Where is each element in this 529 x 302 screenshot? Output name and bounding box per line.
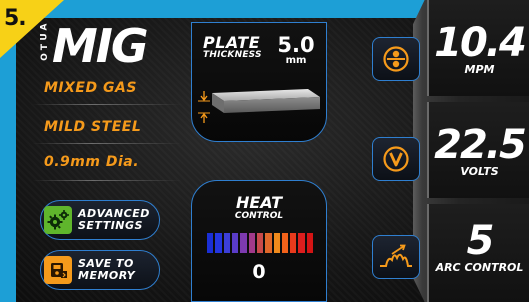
heat-scale-segment (231, 233, 239, 253)
wire-setting[interactable]: 0.9mm Dia. (40, 154, 180, 170)
step-number: 5. (4, 6, 27, 31)
heat-control-card[interactable]: HEAT CONTROL 0 (191, 180, 327, 302)
wire-speed-value: 10.4 (434, 20, 527, 66)
mode-title: MIG (52, 19, 149, 73)
divider (32, 180, 182, 181)
save-to-memory-button[interactable]: SAVE TO MEMORY (40, 250, 160, 290)
material-setting[interactable]: MILD STEEL (40, 119, 180, 135)
advanced-label-line2: SETTINGS (78, 219, 143, 232)
plate-thickness-card[interactable]: PLATE THICKNESS 5.0 mm (191, 22, 327, 142)
heat-scale-segment (256, 233, 264, 253)
save-to-memory-label: SAVE TO MEMORY (78, 258, 135, 282)
auto-letter: O (39, 53, 50, 61)
heat-scale-segment (240, 233, 247, 253)
heat-control-label: HEAT CONTROL (192, 193, 326, 222)
plate-thickness-number: 5.0 (277, 33, 315, 57)
heat-scale-segment (281, 233, 289, 253)
divider (32, 104, 182, 105)
heat-scale-segment (298, 233, 305, 253)
heat-scale (207, 233, 314, 253)
voltage-readout: 22.5 VOLTS (430, 124, 529, 178)
arc-wave-icon (380, 244, 412, 267)
save-label-line2: MEMORY (78, 269, 136, 282)
arc-control-readout: 5 ARC CONTROL (430, 220, 529, 274)
auto-label: A U T O (39, 22, 50, 62)
arc-control-knob-button[interactable] (372, 235, 420, 279)
wire-speed-readout: 10.4 MPM (430, 22, 529, 76)
heat-scale-segment (248, 233, 255, 253)
heat-scale-segment (207, 233, 214, 253)
voltage-knob-button[interactable] (372, 137, 420, 181)
voltage-value: 22.5 (434, 122, 527, 168)
heat-scale-segment (290, 233, 297, 253)
plate-label-small: THICKNESS (203, 50, 262, 60)
heat-scale-segment (306, 233, 314, 253)
wire-feed-icon (383, 46, 409, 72)
auto-letter: U (39, 33, 50, 41)
voltage-icon (383, 146, 409, 172)
gears-icon (44, 206, 72, 234)
auto-letter: T (39, 43, 50, 51)
heat-scale-segment (223, 233, 230, 253)
heat-scale-segment (273, 233, 280, 253)
heat-scale-segment (215, 233, 222, 253)
divider (32, 143, 182, 144)
plate-illustration-icon (198, 89, 320, 123)
gas-setting[interactable]: MIXED GAS (40, 80, 180, 96)
auto-letter: A (39, 23, 50, 31)
arc-control-unit: ARC CONTROL (435, 261, 524, 274)
heat-label-small: CONTROL (234, 211, 284, 221)
heat-control-value: 0 (252, 261, 266, 283)
heat-label-big: HEAT (235, 193, 283, 212)
plate-label-big: PLATE (203, 33, 261, 52)
plate-thickness-value: 5.0 mm (274, 34, 318, 66)
wire-speed-knob-button[interactable] (372, 37, 420, 81)
plate-thickness-unit: mm (285, 55, 307, 66)
welder-screen: 5. A U T O MIG MIXED GAS MILD STEEL 0.9m… (0, 0, 529, 302)
arc-control-value: 5 (466, 218, 495, 264)
advanced-settings-button[interactable]: ADVANCED SETTINGS (40, 200, 160, 240)
advanced-settings-label: ADVANCED SETTINGS (78, 208, 150, 232)
plate-thickness-label: PLATE THICKNESS (203, 33, 262, 61)
heat-scale-segment (265, 233, 272, 253)
save-memory-icon (44, 256, 72, 284)
